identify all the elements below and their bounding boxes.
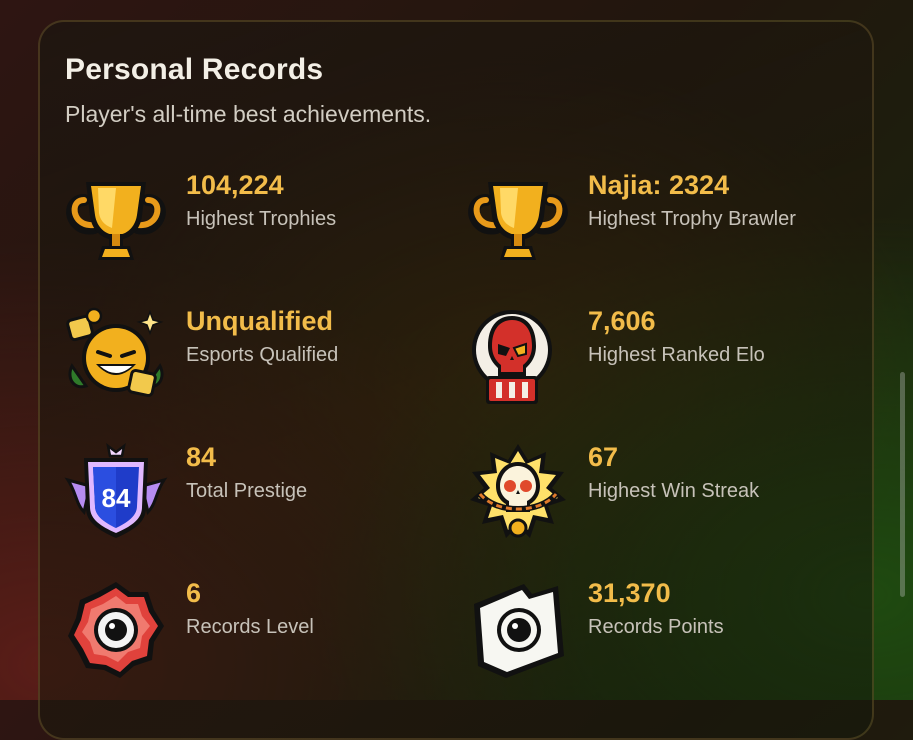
page-title: Personal Records [65,53,324,86]
record-value: 31,370 [588,578,671,608]
record-label: Highest Trophy Brawler [588,208,796,230]
record-highest-ranked-elo[interactable]: 7,606 Highest Ranked Elo [466,306,826,416]
trophy-icon [64,170,168,274]
page-subtitle: Player's all-time best achievements. [65,101,432,127]
record-value: 84 [186,442,217,472]
record-records-level[interactable]: 6 Records Level [64,578,424,688]
record-label: Highest Trophies [186,208,337,230]
record-label: Total Prestige [186,480,308,502]
record-value: 67 [588,442,619,472]
record-label: Records Points [588,616,724,638]
record-records-points[interactable]: 31,370 Records Points [466,578,826,688]
record-highest-trophy-brawler[interactable]: Najia: 2324 Highest Trophy Brawler [466,170,826,280]
record-total-prestige[interactable]: 84 84 Total Prestige [64,442,424,552]
record-value: Unqualified [186,306,333,336]
record-label: Highest Ranked Elo [588,344,765,366]
trophy-icon [466,170,570,274]
win-streak-skull-icon [466,442,570,546]
record-label: Records Level [186,616,314,638]
record-value: 6 [186,578,202,608]
record-label: Esports Qualified [186,344,339,366]
records-points-icon [466,578,570,682]
record-value: 104,224 [186,170,284,200]
records-level-icon [64,578,168,682]
esports-badge-icon [64,306,168,410]
prestige-badge-number: 84 [102,483,131,513]
ranked-skull-icon [466,306,570,410]
scrollbar[interactable] [900,372,905,597]
record-highest-win-streak[interactable]: 67 Highest Win Streak [466,442,826,552]
record-highest-trophies[interactable]: 104,224 Highest Trophies [64,170,424,280]
record-label: Highest Win Streak [588,480,760,502]
record-value: 7,606 [588,306,656,336]
record-esports-qualified[interactable]: Unqualified Esports Qualified [64,306,424,416]
record-value: Najia: 2324 [588,170,730,200]
prestige-shield-icon: 84 [64,442,168,546]
